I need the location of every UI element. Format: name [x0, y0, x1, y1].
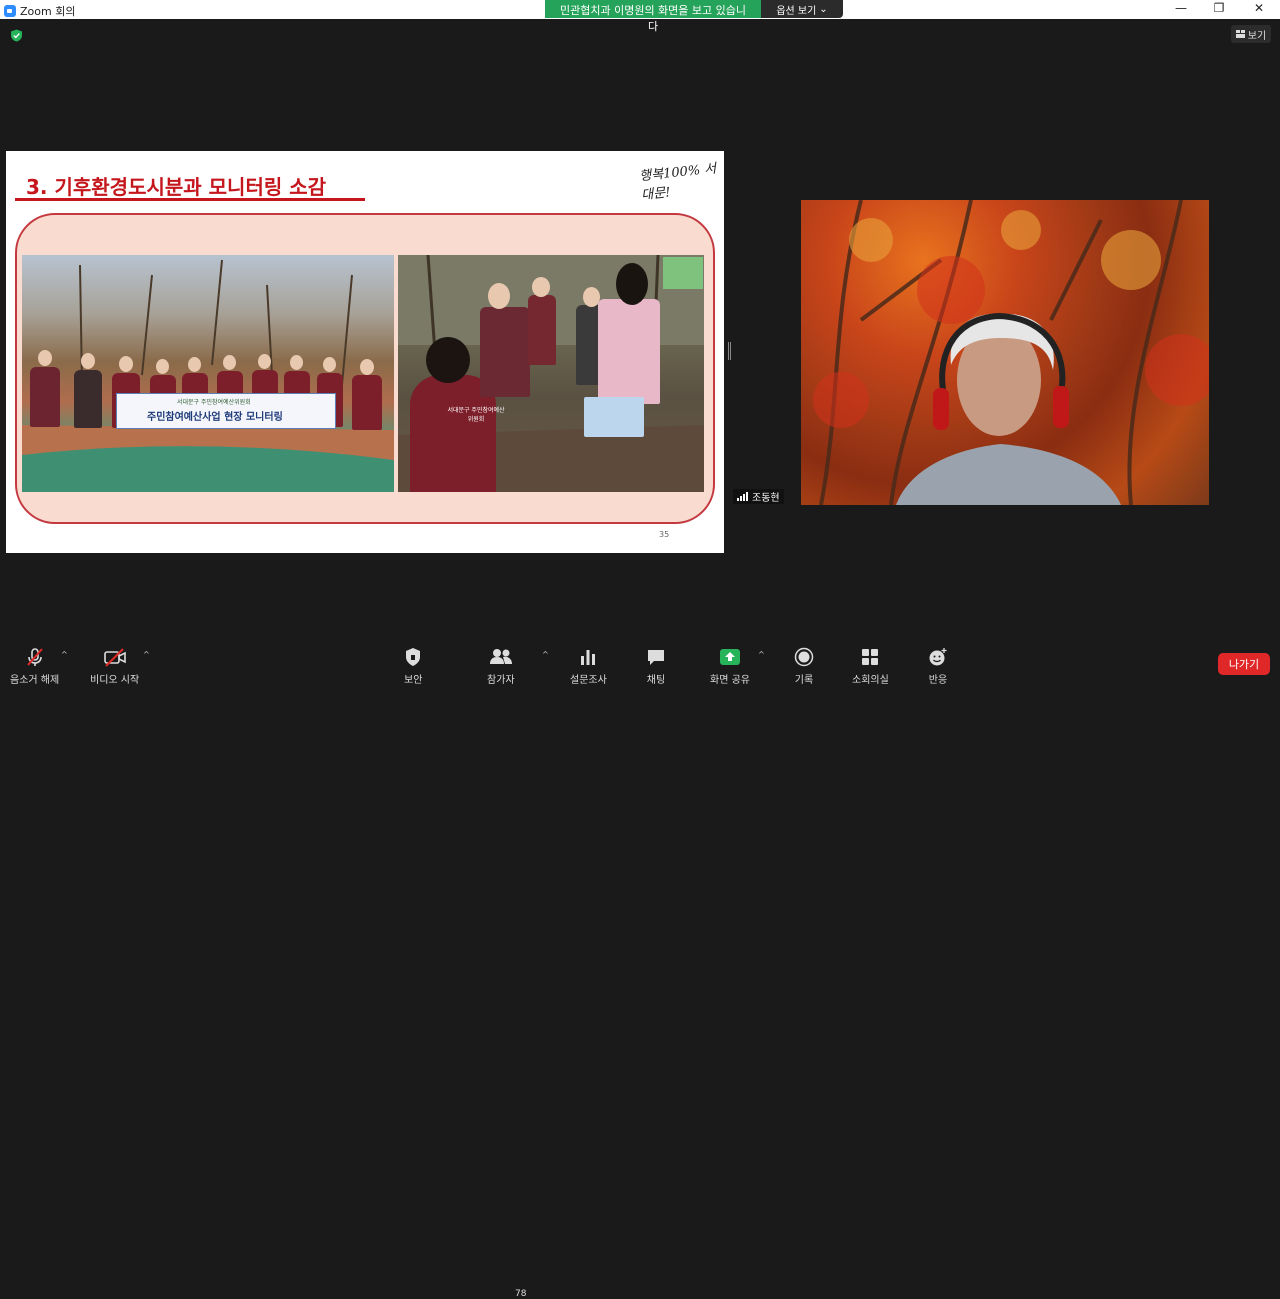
participant-name: 조동현: [752, 493, 780, 504]
shared-screen-slide: 3. 기후환경도시분과 모니터링 소감 행복100% 서대문! 서대문구 주민참…: [6, 151, 724, 553]
reactions-smiley-icon: [929, 648, 947, 666]
slide-page-number: 35: [659, 530, 670, 539]
polls-button[interactable]: 설문조사: [570, 646, 607, 686]
view-button-label: 보기: [1247, 30, 1267, 42]
window-title: Zoom 회의: [20, 5, 76, 18]
microphone-muted-icon: [26, 648, 43, 666]
maximize-button[interactable]: ❐: [1204, 1, 1234, 15]
share-options-caret[interactable]: ^: [758, 650, 765, 659]
unmute-button[interactable]: 음소거 해제: [10, 646, 59, 686]
zoom-logo-icon: [4, 5, 16, 17]
close-button[interactable]: ✕: [1244, 1, 1274, 15]
participant-video[interactable]: [801, 200, 1209, 505]
security-shield-icon: [406, 648, 421, 666]
view-options-label: 옵션 보기: [776, 5, 817, 17]
meeting-toolbar: 음소거 해제 ^ 비디오 시작 ^ 보안 참가자 78 ^ 설문조사 채팅 화면…: [0, 640, 1280, 1299]
chat-bubble-icon: [648, 650, 664, 665]
audio-options-caret[interactable]: ^: [61, 650, 68, 659]
start-video-button[interactable]: 비디오 시작: [90, 646, 139, 686]
event-banner: 서대문구 주민참여예산위원회 주민참여예산사업 현장 모니터링: [116, 393, 336, 429]
security-button[interactable]: 보안: [404, 646, 422, 686]
participants-options-caret[interactable]: ^: [542, 650, 549, 659]
share-screen-button[interactable]: 화면 공유: [710, 646, 750, 686]
polls-chart-icon: [581, 650, 596, 665]
grid-view-icon: [1235, 30, 1245, 38]
title-bar: Zoom 회의 민관협치과 이명원의 화면을 보고 있습니다 옵션 보기 ⌄ —…: [0, 0, 1280, 33]
breakout-rooms-button[interactable]: 소회의실: [852, 646, 889, 686]
screen-share-banner: 민관협치과 이명원의 화면을 보고 있습니다 옵션 보기 ⌄: [545, 0, 843, 33]
video-options-caret[interactable]: ^: [143, 650, 150, 659]
slide-logo: 행복100% 서대문!: [638, 161, 717, 204]
reactions-button[interactable]: 반응: [928, 646, 948, 686]
video-off-icon: [103, 648, 126, 667]
chevron-down-icon: ⌄: [819, 3, 828, 15]
app-title: Zoom 회의: [4, 3, 75, 19]
participants-button[interactable]: 참가자: [487, 646, 515, 686]
slide-title-underline: [15, 198, 365, 201]
chat-button[interactable]: 채팅: [646, 646, 666, 686]
group-photo-left: 서대문구 주민참여예산위원회 주민참여예산사업 현장 모니터링: [22, 255, 394, 492]
signal-strength-icon: [737, 492, 748, 501]
record-icon: [794, 647, 814, 667]
vest-text: 서대문구 주민참여예산위원회: [447, 407, 505, 423]
participants-icon: [489, 649, 512, 664]
group-photo-right: 서대문구 주민참여예산위원회: [398, 255, 704, 492]
banner-subtitle: 서대문구 주민참여예산위원회: [177, 399, 251, 406]
share-screen-icon: [719, 649, 740, 665]
slide-title: 3. 기후환경도시분과 모니터링 소감: [26, 175, 327, 199]
participant-name-tag: 조동현: [733, 489, 784, 504]
share-banner-message: 민관협치과 이명원의 화면을 보고 있습니다: [545, 0, 761, 33]
split-view-resize-handle[interactable]: [728, 342, 731, 360]
banner-title: 주민참여예산사업 현장 모니터링: [147, 412, 283, 423]
view-options-button[interactable]: 옵션 보기 ⌄: [761, 0, 843, 18]
encryption-shield-icon[interactable]: [10, 29, 23, 42]
participants-count: 78: [515, 1289, 527, 1299]
view-button[interactable]: 보기: [1231, 25, 1271, 43]
minimize-button[interactable]: —: [1166, 1, 1196, 15]
leave-meeting-button[interactable]: 나가기: [1218, 653, 1270, 675]
breakout-rooms-icon: [862, 649, 879, 665]
record-button[interactable]: 기록: [794, 646, 814, 686]
